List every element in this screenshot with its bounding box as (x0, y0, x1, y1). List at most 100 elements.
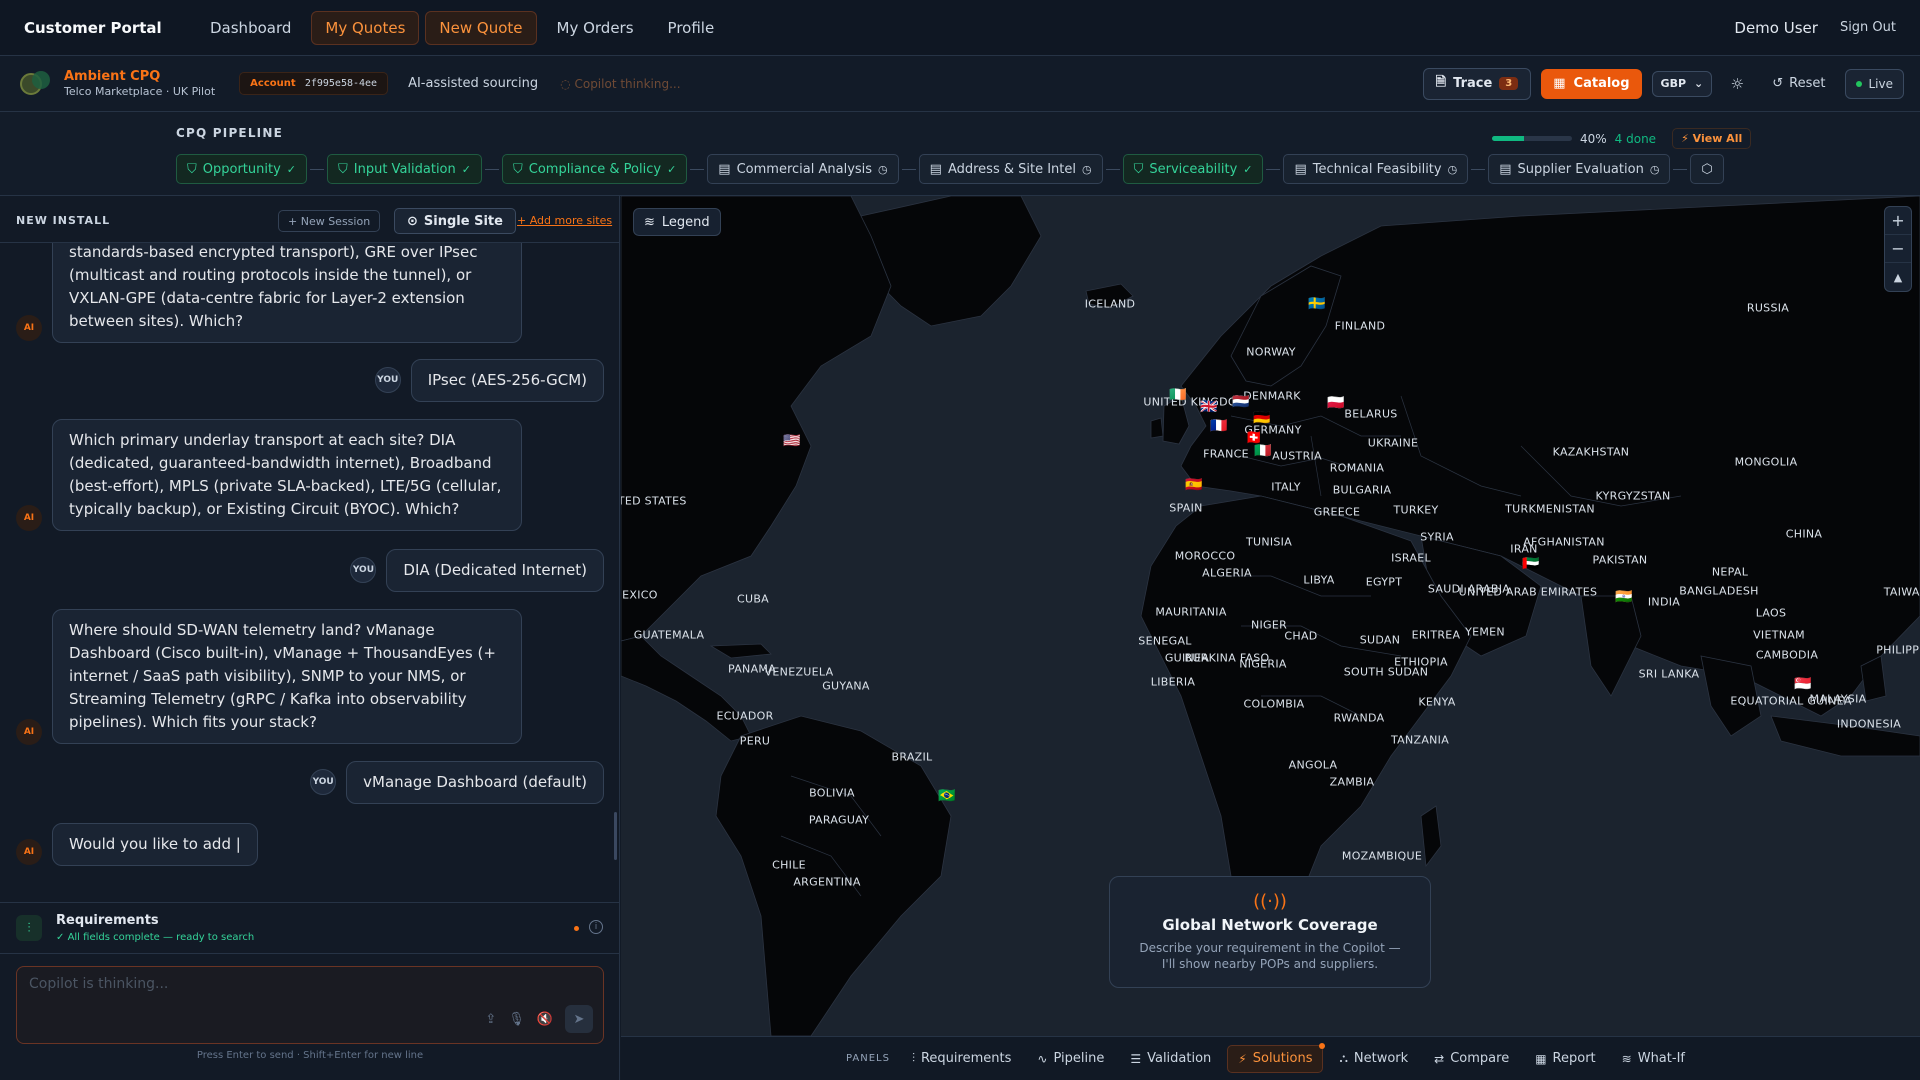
stage-label: Address & Site Intel (947, 161, 1076, 177)
pop-flag-marker[interactable]: 🇮🇹 (1254, 444, 1271, 458)
country-label: France (1203, 447, 1249, 461)
stage-icon: ⛉ (512, 161, 523, 177)
stage-label: Compliance & Policy (528, 161, 662, 177)
legend-button[interactable]: ≋ Legend (633, 208, 721, 236)
pipeline-stage[interactable]: ▤ Supplier Evaluation ◷ (1488, 154, 1671, 184)
stage-label: Serviceability (1149, 161, 1238, 177)
status-dot-icon (574, 926, 579, 931)
top-nav: Customer Portal Dashboard My Quotes New … (0, 0, 1920, 56)
pop-flag-marker[interactable]: 🇪🇸 (1185, 478, 1202, 492)
pipeline-stage[interactable]: ⛉ Compliance & Policy ✓ (501, 154, 688, 184)
pop-flag-marker[interactable]: 🇦🇪 (1522, 557, 1539, 571)
panel-tab-report[interactable]: ▦ Report (1525, 1045, 1605, 1073)
trace-button[interactable]: 🗎 Trace 3 (1422, 67, 1532, 100)
grid-icon: ▦ (1553, 76, 1566, 91)
country-label: India (1647, 595, 1681, 609)
view-all-button[interactable]: ⚡ View All (1672, 128, 1752, 149)
zoom-in-button[interactable]: + (1885, 207, 1911, 235)
nav-links: Dashboard My Quotes New Quote My Orders … (196, 10, 729, 45)
country-label: Indonesia (1836, 717, 1902, 731)
panel-tab-pipeline[interactable]: ∿ Pipeline (1027, 1045, 1114, 1073)
live-status-button[interactable]: Live (1845, 68, 1904, 99)
pop-flag-marker[interactable]: 🇺🇸 (783, 434, 800, 448)
package-stage-button[interactable]: ⬡ (1690, 154, 1724, 184)
pop-flag-marker[interactable]: 🇮🇳 (1615, 590, 1632, 604)
panel-tab-network[interactable]: ⛬ Network (1329, 1045, 1418, 1073)
live-dot-icon (1856, 80, 1863, 87)
pop-flag-marker[interactable]: 🇸🇬 (1794, 677, 1811, 691)
zoom-out-button[interactable]: − (1885, 235, 1911, 263)
country-label: Ecuador (716, 709, 774, 723)
pipeline-stage[interactable]: ⛉ Input Validation ✓ (327, 154, 482, 184)
sign-out-link[interactable]: Sign Out (1840, 20, 1896, 35)
requirements-summary[interactable]: ⫶ Requirements ✓ All fields complete — r… (0, 902, 620, 954)
stage-icon: ⛉ (187, 161, 197, 177)
panel-tab-label: What-If (1637, 1051, 1685, 1066)
country-label: Argentina (793, 875, 861, 889)
stage-connector (690, 168, 705, 170)
check-circle-icon: ✓ (461, 162, 471, 176)
pop-flag-marker[interactable]: 🇮🇪 (1169, 388, 1186, 402)
mute-icon[interactable]: 🔇 (537, 1012, 553, 1027)
pop-flag-marker[interactable]: 🇵🇱 (1327, 396, 1344, 410)
pipeline-stage[interactable]: ⛉ Opportunity ✓ (176, 154, 307, 184)
pipeline-stage[interactable]: ▤ Commercial Analysis ◷ (707, 154, 899, 184)
stage-label: Input Validation (353, 161, 456, 177)
country-label: Finland (1334, 319, 1386, 333)
panel-tab-what-if[interactable]: ≋ What-If (1612, 1045, 1695, 1073)
panels-title: PANELS (846, 1053, 890, 1064)
panel-tab-label: Validation (1147, 1051, 1212, 1066)
country-label: Eritrea (1411, 628, 1461, 642)
compass-north-button[interactable]: ▲ (1885, 263, 1911, 291)
country-label: Kazakhstan (1552, 445, 1630, 459)
panel-tab-validation[interactable]: ☰ Validation (1120, 1045, 1221, 1073)
country-label: United States (621, 494, 687, 508)
nav-profile[interactable]: Profile (654, 11, 729, 45)
country-label: Denmark (1243, 389, 1301, 403)
check-circle-icon: ✓ (1243, 162, 1253, 176)
new-session-button[interactable]: + New Session (278, 210, 381, 232)
pop-flag-marker[interactable]: 🇩🇪 (1253, 411, 1270, 425)
country-label: Brazil (891, 750, 933, 764)
nav-my-quotes[interactable]: My Quotes (311, 10, 420, 45)
pop-flag-marker[interactable]: 🇫🇷 (1210, 419, 1227, 433)
pop-flag-marker[interactable]: 🇳🇱 (1232, 395, 1249, 409)
pop-flag-marker[interactable]: 🇸🇪 (1308, 297, 1325, 311)
add-more-sites-link[interactable]: + Add more sites (517, 214, 612, 227)
ai-avatar: AI (16, 719, 42, 745)
ai-message: standards-based encrypted transport), GR… (52, 243, 522, 343)
pop-flag-marker[interactable]: 🇬🇧 (1200, 400, 1217, 414)
network-map[interactable]: ≋ Legend + − ▲ Iceland Finland Norway Russi… (621, 196, 1920, 1036)
nav-new-quote[interactable]: New Quote (425, 10, 537, 45)
country-label: Turkey (1393, 503, 1439, 517)
panel-tab-compare[interactable]: ⇄ Compare (1424, 1045, 1519, 1073)
nav-dashboard[interactable]: Dashboard (196, 11, 305, 45)
country-label: Malaysia (1809, 692, 1867, 706)
pop-flag-marker[interactable]: 🇧🇷 (938, 789, 955, 803)
upload-icon[interactable]: ⇪ (485, 1012, 496, 1027)
country-label: Mexico (621, 588, 658, 602)
microphone-icon[interactable]: 🎙 (508, 1012, 525, 1027)
account-id: 2f995e58-4ee (304, 78, 378, 89)
coverage-title: Global Network Coverage (1162, 916, 1378, 934)
user-avatar: YOU (374, 367, 401, 393)
currency-select[interactable]: GBP ⌄ (1651, 70, 1713, 97)
panel-tab-requirements[interactable]: ⫶ Requirements (902, 1045, 1021, 1073)
pipeline-stage[interactable]: ▤ Address & Site Intel ◷ (918, 154, 1103, 184)
country-label: Nepal (1711, 565, 1749, 579)
resize-handle[interactable] (614, 812, 617, 860)
reset-button[interactable]: ↺ Reset (1762, 76, 1835, 91)
sliders-icon: ⫶ (911, 1051, 915, 1065)
theme-toggle-sun-icon[interactable]: ☼ (1722, 75, 1752, 93)
single-site-button[interactable]: ⊙ Single Site (394, 208, 516, 234)
pipeline-stage[interactable]: ⛉ Serviceability ✓ (1122, 154, 1264, 184)
info-icon[interactable]: i (589, 920, 603, 934)
bolt-icon: ⚡ (1238, 1051, 1247, 1066)
chat-thread[interactable]: standards-based encrypted transport), GR… (0, 243, 620, 903)
user-name[interactable]: Demo User (1734, 19, 1818, 37)
nav-my-orders[interactable]: My Orders (543, 11, 648, 45)
catalog-button[interactable]: ▦ Catalog (1541, 68, 1642, 99)
pipeline-stage[interactable]: ▤ Technical Feasibility ◷ (1283, 154, 1469, 184)
send-button[interactable]: ➤ (565, 1005, 593, 1033)
panel-tab-solutions[interactable]: ⚡ Solutions (1227, 1042, 1326, 1073)
